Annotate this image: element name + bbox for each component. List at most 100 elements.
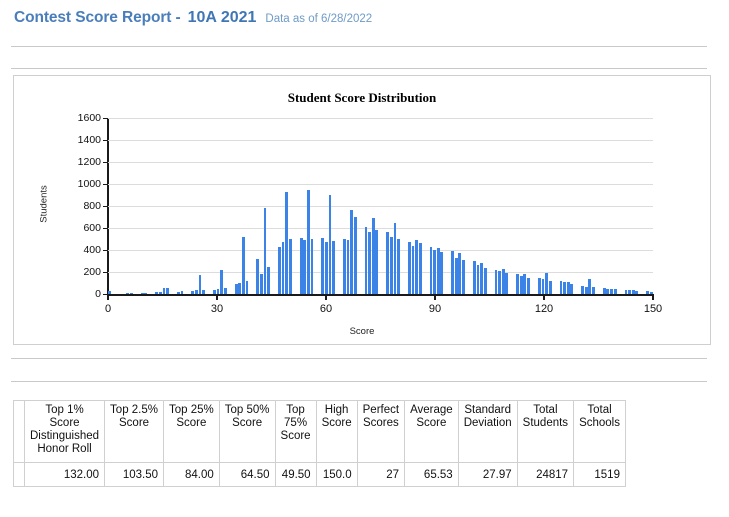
chart-gridline: [108, 162, 653, 163]
chart-bar: [646, 291, 649, 294]
x-axis-tick-mark: [434, 294, 436, 300]
table-value-cell: 27.97: [457, 462, 518, 487]
chart-bar: [537, 277, 541, 294]
chart-bar: [353, 217, 357, 294]
chart-bar: [649, 291, 653, 294]
chart-bar: [407, 242, 411, 294]
chart-bar: [364, 226, 368, 294]
chart-bar: [155, 292, 159, 294]
chart-bar: [220, 269, 224, 294]
table-header-cell: Top 2.5% Score: [104, 400, 164, 463]
chart-bar: [321, 238, 325, 294]
chart-x-axis-label: Score: [349, 326, 375, 337]
table-header-line: Top 1%: [45, 404, 84, 416]
table-header-cell: Top 1% Score Distinguished Honor Roll: [23, 400, 106, 463]
chart-bar: [613, 289, 617, 294]
y-axis-tick-mark: [103, 228, 108, 229]
chart-bar: [581, 286, 585, 294]
table-value-cell: 84.00: [163, 462, 220, 487]
y-axis-tick-mark: [103, 206, 108, 207]
x-axis-tick-label: 0: [104, 303, 112, 315]
x-axis-tick-label: 120: [534, 303, 554, 315]
y-axis-tick-mark: [103, 272, 108, 273]
chart-bar: [303, 240, 307, 294]
chart-bar: [234, 283, 238, 294]
chart-bar: [350, 210, 354, 294]
chart-bar: [505, 273, 509, 294]
chart-bar: [328, 195, 332, 294]
chart-gridline: [108, 272, 653, 273]
chart-gridline: [108, 250, 653, 251]
divider-bottom-2: [11, 381, 707, 382]
summary-stats-table: Top 1% Score Distinguished Honor Roll Top 2.…: [13, 400, 626, 487]
table-value-cell: 132.00: [23, 462, 106, 487]
chart-bar: [631, 290, 635, 294]
chart-bar: [472, 261, 476, 294]
chart-bar: [126, 293, 130, 294]
chart-bar: [628, 290, 631, 294]
chart-bar: [458, 253, 462, 294]
table-header-cell: Perfect Scores: [356, 400, 406, 463]
y-axis-tick-label: 1000: [77, 178, 101, 190]
chart-bar: [332, 241, 335, 294]
chart-bar: [223, 287, 227, 294]
table-header-line: Total: [533, 404, 558, 416]
table-header-line: Honor Roll: [37, 443, 92, 455]
chart-bar: [433, 250, 437, 294]
table-header-line: Score: [232, 417, 263, 429]
table-header-line: High: [324, 404, 349, 416]
y-axis-tick-mark: [103, 140, 108, 141]
chart-bar: [454, 257, 458, 294]
chart-bar: [213, 289, 216, 294]
y-axis-tick-label: 600: [83, 222, 101, 234]
chart-bar: [259, 274, 263, 294]
chart-bar: [411, 245, 415, 294]
chart-bar: [216, 289, 220, 294]
page-header: Contest Score Report - 10A 2021 Data as …: [14, 9, 372, 27]
chart-bar: [584, 287, 588, 294]
y-axis-tick-mark: [103, 184, 108, 185]
chart-bar: [241, 236, 245, 294]
chart-bar: [501, 268, 505, 294]
x-axis-tick-mark: [216, 294, 218, 300]
chart-bar: [483, 267, 487, 294]
table-value-cell: 24817: [516, 462, 575, 487]
chart-bar: [288, 239, 292, 294]
chart-bar: [267, 266, 271, 294]
chart-bar: [462, 259, 465, 294]
table-header-cell: Total Students: [516, 400, 575, 463]
x-axis-tick-mark: [325, 294, 327, 300]
chart-bar: [451, 251, 455, 294]
table-header-line: Score: [321, 417, 352, 429]
table-header-line: Scores: [362, 417, 399, 429]
table-header-line: 75%: [284, 417, 308, 429]
table-header-line: Deviation: [463, 417, 512, 429]
chart-bar: [278, 246, 281, 294]
page-title: Contest Score Report -: [14, 9, 181, 26]
chart-bar: [375, 230, 379, 294]
table-header-cell: Top 25% Score: [163, 400, 220, 463]
chart-bar: [559, 280, 563, 294]
table-header-cell: Standard Deviation: [457, 400, 518, 463]
chart-bar: [480, 263, 483, 294]
divider-top-2: [11, 68, 707, 69]
x-axis-tick-mark: [652, 294, 654, 300]
chart-bar: [476, 265, 480, 294]
x-axis-tick-label: 150: [643, 303, 663, 315]
chart-bar: [368, 232, 372, 294]
x-axis-tick-mark: [543, 294, 545, 300]
table-value-cell: 150.0: [315, 462, 358, 487]
y-axis-tick-label: 1200: [77, 156, 101, 168]
chart-bar: [263, 208, 267, 294]
chart-bar: [436, 247, 440, 294]
x-axis-tick-label: 90: [428, 303, 442, 315]
report-page: Contest Score Report - 10A 2021 Data as …: [0, 0, 729, 517]
chart-bar: [566, 281, 570, 294]
chart-bar: [635, 290, 639, 294]
chart-bar: [238, 283, 242, 294]
table-row: 132.00 103.50 84.00 64.50 49.50 150.0 27 65.53 2…: [13, 462, 626, 487]
table-value-cell: 64.50: [218, 462, 276, 487]
chart-bar: [108, 290, 111, 294]
x-axis-tick-label: 60: [319, 303, 333, 315]
contest-name: 10A 2021: [187, 9, 257, 26]
